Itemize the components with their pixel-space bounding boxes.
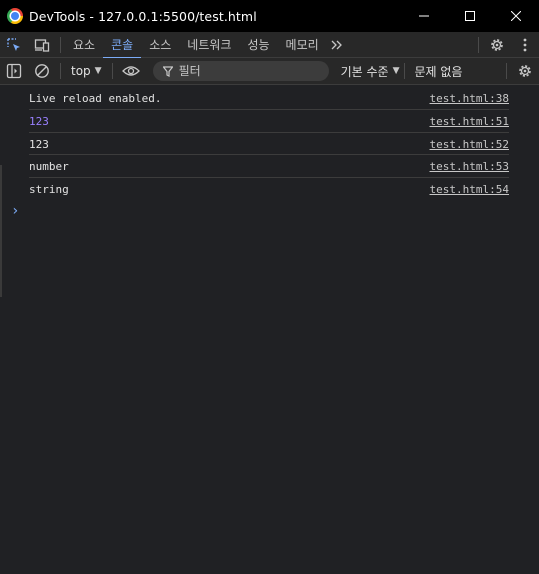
settings-button[interactable] — [483, 32, 511, 58]
message-text: Live reload enabled. — [29, 91, 162, 105]
console-toolbar: top ▼ 기본 수준 ▼ 문제 없음 — [0, 58, 539, 85]
main-toolbar: 요소 콘솔 소스 네트워크 성능 메모리 — [0, 32, 539, 59]
sidebar-icon — [6, 63, 22, 79]
log-levels-dropdown[interactable]: 기본 수준 ▼ — [341, 58, 400, 85]
console-output: Live reload enabled. test.html:38 123 te… — [0, 86, 539, 574]
clear-console-button[interactable] — [28, 58, 56, 84]
customize-menu-button[interactable] — [511, 32, 539, 58]
tab-network[interactable]: 네트워크 — [179, 32, 239, 58]
inspect-icon — [7, 37, 20, 51]
context-selector[interactable]: top ▼ — [65, 58, 108, 85]
message-text: 123 — [29, 137, 49, 151]
tab-memory[interactable]: 메모리 — [278, 32, 327, 58]
tab-sources[interactable]: 소스 — [141, 32, 179, 58]
title-bar: DevTools - 127.0.0.1:5500/test.html — [0, 0, 539, 32]
filter-field[interactable] — [152, 61, 329, 81]
maximize-icon — [465, 11, 475, 21]
tab-performance[interactable]: 성능 — [239, 32, 277, 58]
gear-icon — [491, 38, 503, 51]
sidebar-toggle-button[interactable] — [0, 58, 28, 84]
context-label: top — [71, 64, 91, 78]
console-settings-button[interactable] — [511, 58, 539, 84]
console-message: string test.html:54 — [29, 178, 509, 200]
toolbar-divider — [506, 63, 507, 79]
toolbar-divider — [478, 36, 479, 53]
caret-down-icon: ▼ — [392, 66, 400, 76]
console-message: 123 test.html:52 — [29, 133, 509, 155]
toolbar-divider — [60, 36, 61, 53]
maximize-button[interactable] — [447, 0, 493, 32]
message-text: number — [29, 159, 69, 173]
window-title: DevTools - 127.0.0.1:5500/test.html — [29, 8, 257, 24]
device-icon — [34, 38, 50, 52]
tab-elements[interactable]: 요소 — [65, 32, 103, 58]
source-link[interactable]: test.html:51 — [430, 115, 509, 128]
double-chevron-right-icon — [331, 40, 342, 49]
toolbar-divider — [60, 63, 61, 79]
minimize-icon — [419, 15, 429, 17]
log-levels-label: 기본 수준 — [340, 64, 389, 79]
source-link[interactable]: test.html:54 — [430, 183, 509, 196]
console-message: 123 test.html:51 — [29, 110, 509, 132]
panel-resize-edge[interactable] — [0, 165, 2, 297]
tab-console[interactable]: 콘솔 — [103, 32, 142, 59]
clear-icon — [35, 64, 49, 78]
issues-counter[interactable]: 문제 없음 — [415, 63, 463, 80]
toolbar-divider — [111, 63, 113, 79]
close-icon — [511, 11, 521, 21]
message-text: string — [29, 182, 69, 196]
toolbar-divider — [403, 63, 405, 79]
inspect-element-button[interactable] — [0, 32, 28, 58]
caret-down-icon: ▼ — [94, 66, 102, 76]
close-button[interactable] — [493, 0, 539, 32]
source-link[interactable]: test.html:38 — [430, 92, 509, 105]
console-prompt[interactable]: › — [11, 203, 19, 219]
chrome-icon — [7, 8, 23, 24]
minimize-button[interactable] — [401, 0, 447, 32]
eye-icon — [121, 66, 140, 76]
filter-input[interactable] — [178, 64, 319, 78]
device-toolbar-button[interactable] — [28, 32, 56, 58]
window-controls — [401, 0, 539, 32]
console-message: Live reload enabled. test.html:38 — [29, 87, 509, 109]
source-link[interactable]: test.html:52 — [430, 138, 509, 151]
more-tabs-button[interactable] — [327, 32, 347, 58]
source-link[interactable]: test.html:53 — [430, 160, 509, 173]
gear-icon — [519, 65, 531, 77]
kebab-menu-icon — [523, 38, 527, 51]
filter-icon — [162, 65, 173, 77]
console-message: number test.html:53 — [29, 155, 509, 177]
message-text: 123 — [29, 114, 49, 128]
live-expression-button[interactable] — [117, 58, 145, 84]
